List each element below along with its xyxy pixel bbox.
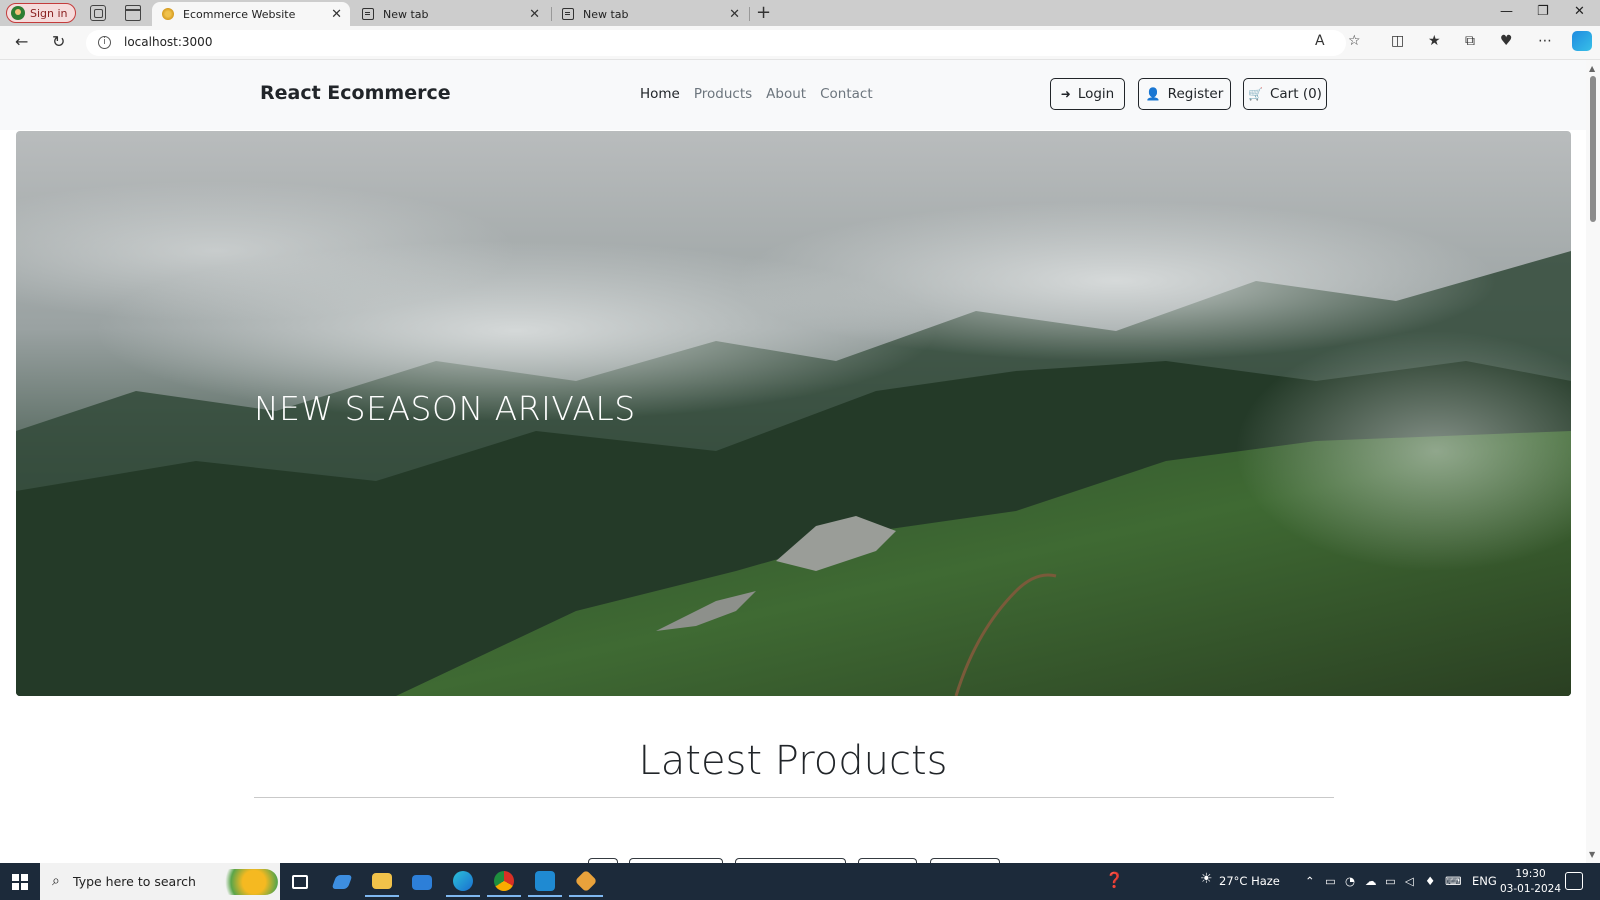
login-button[interactable]: ➜ Login: [1050, 78, 1125, 110]
shopping-cart-icon: 🛒: [1248, 87, 1263, 101]
address-toolbar: ← ↻ i localhost:3000 A ☆ ◫ ★ ⧉ ♥ ⋯: [0, 26, 1600, 60]
new-tab-plus-icon[interactable]: +: [756, 2, 771, 23]
forest-background-image: [16, 131, 1571, 696]
show-hidden-icons-chevron-icon[interactable]: ⌃: [1305, 874, 1315, 888]
split-screen-icon[interactable]: ◫: [1391, 33, 1404, 49]
back-arrow-icon[interactable]: ←: [15, 32, 28, 51]
close-tab-icon[interactable]: ✕: [729, 7, 740, 22]
react-favicon-icon: [162, 8, 174, 20]
meet-now-icon[interactable]: ▭: [1325, 874, 1336, 888]
profile-signin-button[interactable]: Sign in: [6, 3, 76, 23]
volume-icon[interactable]: ◁: [1405, 874, 1414, 888]
restore-icon[interactable]: ❐: [1537, 4, 1549, 19]
task-view-icon[interactable]: [283, 867, 317, 897]
search-icon: ⌕: [52, 873, 60, 889]
copilot-icon[interactable]: [1572, 31, 1592, 51]
site-info-icon[interactable]: i: [98, 36, 111, 49]
nav-link-contact[interactable]: Contact: [820, 86, 873, 102]
clock-time: 19:30: [1515, 868, 1546, 880]
cart-button[interactable]: 🛒 Cart (0): [1243, 78, 1327, 110]
search-placeholder: Type here to search: [73, 874, 196, 889]
windows-taskbar: ⌕ Type here to search ❓ ☀ 27°C Haze ⌃ ▭ …: [0, 863, 1600, 900]
url-text[interactable]: localhost:3000: [124, 35, 212, 49]
notification-center-icon[interactable]: [1565, 872, 1583, 890]
chrome-icon[interactable]: [487, 867, 521, 897]
hero-banner: NEW SEASON ARIVALS: [16, 131, 1571, 696]
sign-in-icon: ➜: [1060, 87, 1071, 101]
page-viewport: React Ecommerce Home Products About Cont…: [0, 60, 1586, 863]
scroll-up-arrow-icon[interactable]: ▲: [1589, 64, 1595, 73]
more-menu-icon[interactable]: ⋯: [1538, 33, 1552, 49]
cloud-icon[interactable]: ☁: [1365, 874, 1377, 888]
weather-text[interactable]: 27°C Haze: [1219, 874, 1280, 888]
browser-tab-strip: Sign in Ecommerce Website ✕ New tab ✕ Ne…: [0, 0, 1600, 26]
site-navbar: React Ecommerce Home Products About Cont…: [0, 60, 1586, 130]
weather-icon: ☀: [1200, 871, 1213, 887]
address-bar[interactable]: i localhost:3000: [86, 30, 1346, 56]
nav-link-home[interactable]: Home: [640, 86, 680, 102]
favorite-star-icon[interactable]: ☆: [1348, 33, 1361, 49]
nav-link-products[interactable]: Products: [694, 86, 752, 102]
register-button[interactable]: 👤 Register: [1138, 78, 1231, 110]
signin-label: Sign in: [30, 6, 68, 20]
system-clock[interactable]: 19:30 03-01-2024: [1500, 867, 1561, 897]
page-icon: [562, 8, 574, 20]
tab-divider: [749, 7, 750, 21]
register-label: Register: [1167, 86, 1224, 102]
nav-links: Home Products About Contact: [640, 86, 873, 102]
hero-title: NEW SEASON ARIVALS: [254, 389, 636, 428]
page-icon: [362, 8, 374, 20]
close-window-icon[interactable]: ✕: [1574, 4, 1585, 19]
clock-date: 03-01-2024: [1500, 883, 1562, 895]
browser-tab-active[interactable]: Ecommerce Website ✕: [152, 2, 350, 26]
section-title: Latest Products: [638, 738, 948, 784]
cart-label: Cart (0): [1269, 86, 1322, 102]
tab-title: New tab: [383, 7, 429, 21]
windows-start-icon[interactable]: [12, 874, 28, 890]
brand-logo[interactable]: React Ecommerce: [260, 82, 451, 104]
browser-tab[interactable]: New tab ✕: [352, 2, 548, 26]
login-label: Login: [1077, 86, 1115, 102]
tab-title: New tab: [583, 7, 629, 21]
minimize-icon[interactable]: —: [1500, 4, 1513, 19]
close-tab-icon[interactable]: ✕: [529, 7, 540, 22]
vscode-icon[interactable]: [528, 867, 562, 897]
page-scrollbar[interactable]: ▲ ▼: [1586, 60, 1600, 863]
nav-link-about[interactable]: About: [766, 86, 806, 102]
favorites-icon[interactable]: ★: [1428, 33, 1441, 49]
battery-icon[interactable]: ▭: [1385, 874, 1396, 888]
app-icon[interactable]: [325, 867, 359, 897]
app-tray-icon[interactable]: ♦: [1425, 874, 1435, 888]
scroll-thumb[interactable]: [1590, 76, 1596, 222]
vertical-tabs-icon[interactable]: [125, 5, 141, 21]
section-divider: [254, 797, 1334, 798]
browser-tab[interactable]: New tab ✕: [552, 2, 748, 26]
user-plus-icon: 👤: [1145, 87, 1161, 101]
search-highlight-icon: [218, 869, 278, 895]
language-indicator[interactable]: ENG: [1472, 874, 1497, 888]
refresh-icon[interactable]: ↻: [52, 32, 65, 51]
keyboard-icon[interactable]: ⌨: [1445, 874, 1462, 888]
read-aloud-icon[interactable]: A: [1315, 33, 1325, 49]
help-icon[interactable]: ❓: [1105, 871, 1124, 889]
git-app-icon[interactable]: [569, 867, 603, 897]
collections-icon[interactable]: ⧉: [1465, 33, 1475, 49]
scroll-down-arrow-icon[interactable]: ▼: [1589, 850, 1595, 859]
wifi-icon[interactable]: ◔: [1345, 874, 1355, 888]
taskbar-search[interactable]: ⌕ Type here to search: [40, 863, 280, 900]
tab-title: Ecommerce Website: [183, 7, 296, 21]
browser-essentials-icon[interactable]: ♥: [1500, 33, 1513, 49]
workspaces-icon[interactable]: [90, 5, 106, 21]
avatar-icon: [11, 6, 25, 20]
close-tab-icon[interactable]: ✕: [331, 7, 342, 22]
mail-icon[interactable]: [405, 867, 439, 897]
edge-browser-icon[interactable]: [446, 867, 480, 897]
file-explorer-icon[interactable]: [365, 867, 399, 897]
